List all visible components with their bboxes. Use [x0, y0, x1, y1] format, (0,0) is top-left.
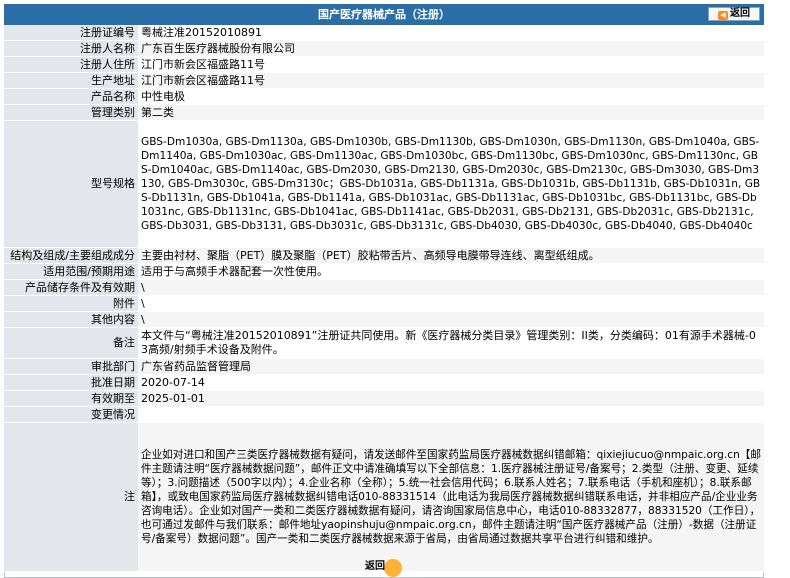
table-row: 注册人名称 广东百生医疗器械股份有限公司	[4, 40, 764, 57]
field-label: 变更情况	[4, 406, 138, 423]
notice-text: 企业如对进口和国产三类医疗器械数据有疑问，请发送邮件至国家药监局医疗器械数据纠错…	[138, 422, 764, 572]
table-row: 批准日期 2020-07-14	[4, 374, 764, 391]
back-button-top[interactable]: ◀ 返回	[708, 7, 760, 21]
table-row: 注册证编号 粤械注准20152010891	[4, 25, 764, 41]
table-row: 其他内容 \	[4, 311, 764, 328]
table-row: 注册人住所 江门市新会区福盛路11号	[4, 56, 764, 73]
table-row: 结构及组成/主要组成成分 主要由衬材、聚脂（PET）膜及聚脂（PET）胶粘带舌片…	[4, 247, 764, 264]
field-label: 附件	[4, 295, 138, 312]
page-title: 国产医疗器械产品（注册）	[318, 8, 450, 21]
field-label: 注册证编号	[4, 25, 138, 41]
table-row: 适用范围/预期用途 适用于与高频手术器配套一次性使用。	[4, 263, 764, 280]
field-value: 粤械注准20152010891	[138, 25, 764, 41]
field-value: 中性电极	[138, 88, 764, 105]
page-header: 国产医疗器械产品（注册） ◀ 返回	[4, 4, 764, 25]
field-label: 注册人名称	[4, 40, 138, 57]
field-value: 适用于与高频手术器配套一次性使用。	[138, 263, 764, 280]
field-label: 产品名称	[4, 88, 138, 105]
field-label: 注	[4, 422, 138, 572]
back-arrow-icon: ◀	[718, 11, 728, 20]
field-label: 产品储存条件及有效期	[4, 279, 138, 296]
table-row: 有效期至 2025-01-01	[4, 390, 764, 407]
table-row: 备注 本文件与“粤械注准20152010891”注册证共同使用。新《医疗器械分类…	[4, 327, 764, 359]
field-label: 适用范围/预期用途	[4, 263, 138, 280]
table-row: 产品储存条件及有效期 \	[4, 279, 764, 296]
field-label: 备注	[4, 327, 138, 359]
field-label: 型号规格	[4, 120, 138, 248]
field-value: 主要由衬材、聚脂（PET）膜及聚脂（PET）胶粘带舌片、高频导电膜带导连线、离型…	[138, 247, 764, 264]
back-circle-icon	[384, 559, 402, 577]
table-row: 型号规格 GBS-Dm1030a, GBS-Dm1130a, GBS-Dm103…	[4, 120, 764, 248]
field-value: 江门市新会区福盛路11号	[138, 56, 764, 73]
table-row: 审批部门 广东省药品监督管理局	[4, 358, 764, 375]
back-button-bottom[interactable]: 返回	[365, 559, 403, 577]
field-label: 注册人住所	[4, 56, 138, 73]
field-value: 第二类	[138, 104, 764, 121]
field-label: 有效期至	[4, 390, 138, 407]
field-label: 结构及组成/主要组成成分	[4, 247, 138, 264]
field-value: GBS-Dm1030a, GBS-Dm1130a, GBS-Dm1030b, G…	[138, 120, 764, 248]
field-value: 本文件与“粤械注准20152010891”注册证共同使用。新《医疗器械分类目录》…	[138, 327, 764, 359]
table-row: 注 企业如对进口和国产三类医疗器械数据有疑问，请发送邮件至国家药监局医疗器械数据…	[4, 422, 764, 572]
field-value	[138, 406, 764, 423]
back-label: 返回	[365, 561, 385, 572]
field-value: 江门市新会区福盛路11号	[138, 72, 764, 89]
field-value: \	[138, 311, 764, 328]
field-value: \	[138, 295, 764, 312]
field-value: 广东百生医疗器械股份有限公司	[138, 40, 764, 57]
field-value: 2025-01-01	[138, 390, 764, 407]
field-label: 管理类别	[4, 104, 138, 121]
table-row: 生产地址 江门市新会区福盛路11号	[4, 72, 764, 89]
field-label: 生产地址	[4, 72, 138, 89]
field-value: 广东省药品监督管理局	[138, 358, 764, 375]
table-row: 产品名称 中性电极	[4, 88, 764, 105]
table-row: 管理类别 第二类	[4, 104, 764, 121]
field-label: 其他内容	[4, 311, 138, 328]
back-label: 返回	[730, 8, 750, 19]
detail-table: 注册证编号 粤械注准20152010891 注册人名称 广东百生医疗器械股份有限…	[4, 25, 764, 572]
field-label: 批准日期	[4, 374, 138, 391]
table-row: 变更情况	[4, 406, 764, 423]
field-value: 2020-07-14	[138, 374, 764, 391]
table-row: 附件 \	[4, 295, 764, 312]
field-value: \	[138, 279, 764, 296]
field-label: 审批部门	[4, 358, 138, 375]
